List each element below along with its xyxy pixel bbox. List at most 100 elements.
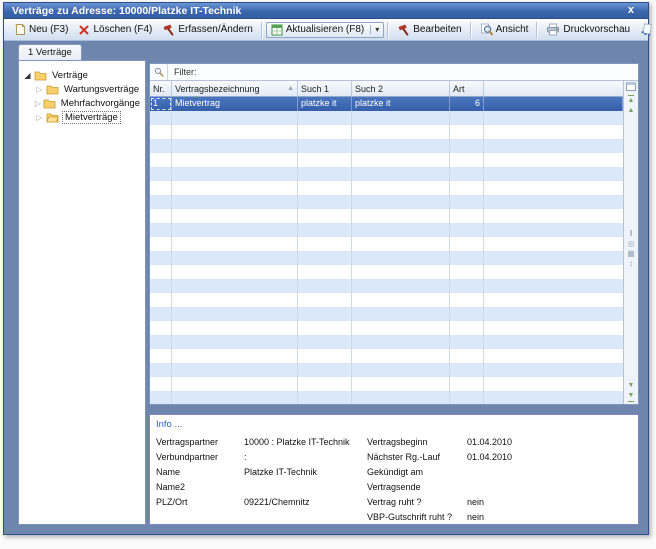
cell-such1[interactable]: platzke it bbox=[298, 97, 352, 111]
expand-open-icon[interactable]: ◢ bbox=[22, 71, 33, 80]
bearbeiten-button[interactable]: Bearbeiten bbox=[392, 21, 466, 38]
erfassen-aendern-label: Erfassen/Ändern bbox=[178, 24, 253, 35]
nav-first-row-icon[interactable]: ▲ bbox=[628, 95, 635, 106]
column-chooser-icon[interactable] bbox=[626, 82, 636, 91]
tree-item-label: Verträge bbox=[50, 70, 90, 81]
table-row-empty[interactable] bbox=[150, 321, 623, 335]
aktualisieren-button[interactable]: Aktualisieren (F8) ▾ bbox=[266, 22, 384, 38]
table-row-empty[interactable] bbox=[150, 265, 623, 279]
folder-icon bbox=[34, 70, 47, 81]
app-window: Verträge zu Adresse: 10000/Platzke IT-Te… bbox=[3, 2, 649, 535]
table-row-selected[interactable]: 1 Mietvertrag platzke it platzke it 6 bbox=[150, 97, 623, 111]
tree-item-mehrfachvorgaenge[interactable]: ▷ Mehrfachvorgänge bbox=[22, 96, 142, 110]
toolbar-separator bbox=[387, 22, 389, 38]
table-row-empty[interactable] bbox=[150, 377, 623, 391]
nav-column-resize-icon[interactable]: ‖ bbox=[629, 229, 632, 239]
table-row-empty[interactable] bbox=[150, 167, 623, 181]
folder-icon bbox=[43, 98, 56, 109]
table-row-empty[interactable] bbox=[150, 349, 623, 363]
info-label: Name2 bbox=[156, 482, 244, 492]
table-row-empty[interactable] bbox=[150, 223, 623, 237]
column-header-filler bbox=[484, 81, 623, 96]
nav-prior-row-icon[interactable]: ▲ bbox=[628, 106, 635, 116]
title-bar: Verträge zu Adresse: 10000/Platzke IT-Te… bbox=[4, 3, 648, 19]
druckvorschau-label: Druckvorschau bbox=[563, 24, 630, 35]
table-row-empty[interactable] bbox=[150, 111, 623, 125]
tree-item-wartungsvertraege[interactable]: ▷ Wartungsverträge bbox=[22, 82, 142, 96]
expand-closed-icon[interactable]: ▷ bbox=[34, 99, 42, 108]
table-row-empty[interactable] bbox=[150, 307, 623, 321]
druckvorschau-button[interactable]: Druckvorschau bbox=[541, 21, 635, 38]
grid-rows: 1 Mietvertrag platzke it platzke it 6 bbox=[150, 97, 623, 404]
column-header-nr[interactable]: Nr. bbox=[150, 81, 172, 96]
refresh-table-icon bbox=[271, 24, 283, 36]
info-label: Vertragsende bbox=[367, 482, 467, 492]
info-value: Platzke IT-Technik bbox=[244, 467, 317, 477]
filter-search-icon[interactable] bbox=[150, 64, 168, 80]
neu-label: Neu (F3) bbox=[29, 24, 68, 35]
folder-icon bbox=[46, 84, 59, 95]
column-header-art[interactable]: Art bbox=[450, 81, 484, 96]
nav-sort-icon[interactable]: ↕ bbox=[629, 259, 633, 269]
info-label: Gekündigt am bbox=[367, 467, 467, 477]
tree-item-vertraege[interactable]: ◢ Verträge bbox=[22, 68, 142, 82]
expand-closed-icon[interactable]: ▷ bbox=[34, 113, 45, 122]
nav-grid-view-icon[interactable]: ▦ bbox=[627, 249, 635, 259]
grid-header-row: Nr. Vertragsbezeichnung▲ Such 1 Such 2 A… bbox=[150, 81, 623, 97]
info-label: PLZ/Ort bbox=[156, 497, 244, 507]
column-header-such1[interactable]: Such 1 bbox=[298, 81, 352, 96]
grid-navigator: ▲ ▲ ‖ ◎ ▦ ↕ ▼ ▼ bbox=[623, 81, 638, 404]
beleglauf-button[interactable]: Beleglauf bbox=[635, 21, 656, 38]
column-header-vertragsbezeichnung[interactable]: Vertragsbezeichnung▲ bbox=[172, 81, 298, 96]
nav-next-row-icon[interactable]: ▼ bbox=[628, 381, 635, 391]
table-row-empty[interactable] bbox=[150, 153, 623, 167]
window-title: Verträge zu Adresse: 10000/Platzke IT-Te… bbox=[12, 5, 241, 17]
info-label: Vertragsbeginn bbox=[367, 437, 467, 447]
tree-item-label: Mehrfachvorgänge bbox=[59, 98, 142, 109]
info-label: Vertrag ruht ? bbox=[367, 497, 467, 507]
table-row-empty[interactable] bbox=[150, 139, 623, 153]
info-right-column: Vertragsbeginn01.04.2010 Nächster Rg.-La… bbox=[367, 434, 512, 524]
view-magnifier-icon bbox=[480, 23, 493, 36]
table-row-empty[interactable] bbox=[150, 195, 623, 209]
bearbeiten-label: Bearbeiten bbox=[413, 24, 461, 35]
column-header-such2[interactable]: Such 2 bbox=[352, 81, 450, 96]
cell-nr[interactable]: 1 bbox=[150, 97, 172, 111]
info-left-column: Vertragspartner10000 : Platzke IT-Techni… bbox=[156, 434, 350, 509]
edit-hammer-icon bbox=[162, 23, 175, 36]
nav-search-icon[interactable]: ◎ bbox=[628, 239, 635, 249]
table-row-empty[interactable] bbox=[150, 293, 623, 307]
neu-button[interactable]: Neu (F3) bbox=[8, 21, 73, 38]
cell-art[interactable]: 6 bbox=[450, 97, 484, 111]
table-row-empty[interactable] bbox=[150, 279, 623, 293]
ansicht-label: Ansicht bbox=[496, 24, 529, 35]
table-row-empty[interactable] bbox=[150, 181, 623, 195]
tree-item-mietvertraege[interactable]: ▷ Mietverträge bbox=[22, 110, 142, 124]
new-document-icon bbox=[13, 23, 26, 36]
toolbar-separator bbox=[261, 22, 263, 38]
table-row-empty[interactable] bbox=[150, 209, 623, 223]
edit-hammer-icon bbox=[397, 23, 410, 36]
table-row-empty[interactable] bbox=[150, 391, 623, 404]
table-row-empty[interactable] bbox=[150, 125, 623, 139]
table-row-empty[interactable] bbox=[150, 251, 623, 265]
cell-vertragsbezeichnung[interactable]: Mietvertrag bbox=[172, 97, 298, 111]
erfassen-aendern-button[interactable]: Erfassen/Ändern bbox=[157, 21, 258, 38]
info-value: : bbox=[244, 452, 247, 462]
table-row-empty[interactable] bbox=[150, 237, 623, 251]
table-row-empty[interactable] bbox=[150, 335, 623, 349]
sort-asc-icon: ▲ bbox=[285, 85, 294, 92]
info-value: 01.04.2010 bbox=[467, 452, 512, 462]
ansicht-button[interactable]: Ansicht bbox=[475, 21, 534, 38]
table-row-empty[interactable] bbox=[150, 363, 623, 377]
info-label: Verbundpartner bbox=[156, 452, 244, 462]
cell-such2[interactable]: platzke it bbox=[352, 97, 450, 111]
tab-vertraege[interactable]: 1 Verträge bbox=[18, 44, 82, 60]
info-value: nein bbox=[467, 497, 484, 507]
close-icon[interactable]: x bbox=[628, 4, 634, 16]
dropdown-arrow-icon[interactable]: ▾ bbox=[370, 25, 379, 34]
nav-last-row-icon[interactable]: ▼ bbox=[628, 391, 635, 402]
loeschen-button[interactable]: Löschen (F4) bbox=[73, 22, 157, 38]
contracts-grid: Filter: Nr. Vertragsbezeichnung▲ Such 1 … bbox=[149, 63, 639, 405]
expand-closed-icon[interactable]: ▷ bbox=[34, 85, 45, 94]
